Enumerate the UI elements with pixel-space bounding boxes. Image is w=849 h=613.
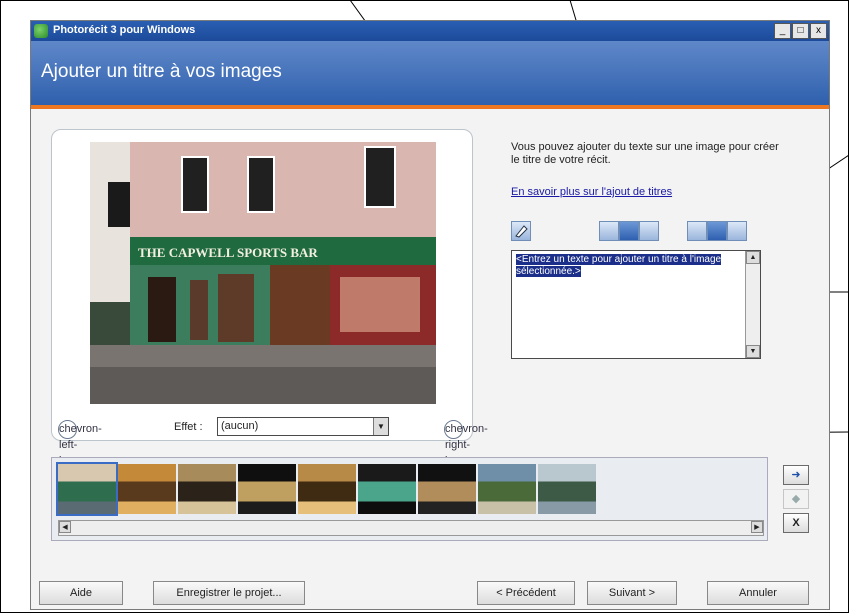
app-icon <box>34 24 48 38</box>
thumbnail[interactable] <box>56 462 118 516</box>
help-button[interactable]: Aide <box>39 581 123 605</box>
chevron-left-icon[interactable]: chevron-left-icon <box>58 420 102 467</box>
effect-value: (aucun) <box>221 420 259 432</box>
app-window: Photorécit 3 pour Windows _ □ x Ajouter … <box>30 20 830 610</box>
title-bar: Photorécit 3 pour Windows _ □ x <box>31 21 829 41</box>
filmstrip: ◀ ▶ <box>51 457 768 541</box>
page-header: Ajouter un titre à vos images <box>31 41 829 105</box>
thumbnail[interactable] <box>118 464 176 514</box>
remove-picture-button[interactable]: X <box>783 513 809 533</box>
thumbnail[interactable] <box>358 464 416 514</box>
scroll-up-icon[interactable]: ▲ <box>746 251 760 264</box>
align-center-button[interactable] <box>707 221 727 241</box>
cancel-button[interactable]: Annuler <box>707 581 809 605</box>
thumbnail[interactable] <box>178 464 236 514</box>
photo-sign-text: THE CAPWELL SPORTS BAR <box>138 245 318 260</box>
title-text-input[interactable]: <Entrez un texte pour ajouter un titre à… <box>511 250 761 359</box>
page-title: Ajouter un titre à vos images <box>41 61 282 82</box>
image-preview-panel: THE CAPWELL SPORTS BAR chevron-left-icon… <box>51 129 488 467</box>
effect-label: Effet : <box>174 421 203 433</box>
align-left-button[interactable] <box>687 221 707 241</box>
save-project-button[interactable]: Enregistrer le projet... <box>153 581 305 605</box>
window-controls: _ □ x <box>774 23 827 39</box>
thumbnail[interactable] <box>238 464 296 514</box>
back-button[interactable]: < Précédent <box>477 581 575 605</box>
minimize-button[interactable]: _ <box>774 23 791 39</box>
preview-photo: THE CAPWELL SPORTS BAR <box>90 142 436 404</box>
effect-dropdown[interactable]: (aucun) ▼ <box>217 417 389 436</box>
title-text-content: <Entrez un texte pour ajouter un titre à… <box>516 254 722 277</box>
move-picture-button[interactable]: ◆ <box>783 489 809 509</box>
textbox-scrollbar[interactable]: ▲ ▼ <box>745 251 760 358</box>
chevron-right-icon[interactable]: chevron-right-icon <box>444 420 488 467</box>
thumbnail-list <box>56 462 596 516</box>
thumbnail[interactable] <box>298 464 356 514</box>
scroll-left-icon[interactable]: ◀ <box>59 521 71 533</box>
text-position-right-button[interactable] <box>639 221 659 241</box>
thumbnail[interactable] <box>478 464 536 514</box>
help-link[interactable]: En savoir plus sur l'ajout de titres <box>511 186 672 198</box>
add-picture-button[interactable]: ➜ <box>783 465 809 485</box>
chevron-down-icon[interactable]: ▼ <box>373 418 388 435</box>
next-button[interactable]: Suivant > <box>587 581 677 605</box>
scroll-right-icon[interactable]: ▶ <box>751 521 763 533</box>
filmstrip-scrollbar[interactable]: ◀ ▶ <box>58 520 764 536</box>
align-right-button[interactable] <box>727 221 747 241</box>
text-position-left-button[interactable] <box>599 221 619 241</box>
close-button[interactable]: x <box>810 23 827 39</box>
header-accent-line <box>31 105 829 109</box>
window-title: Photorécit 3 pour Windows <box>53 24 196 36</box>
maximize-button[interactable]: □ <box>792 23 809 39</box>
scroll-down-icon[interactable]: ▼ <box>746 345 760 358</box>
thumbnail[interactable] <box>418 464 476 514</box>
text-position-center-button[interactable] <box>619 221 639 241</box>
pencil-tool-button[interactable] <box>511 221 531 241</box>
info-text: Vous pouvez ajouter du texte sur une ima… <box>511 141 779 166</box>
thumbnail[interactable] <box>538 464 596 514</box>
